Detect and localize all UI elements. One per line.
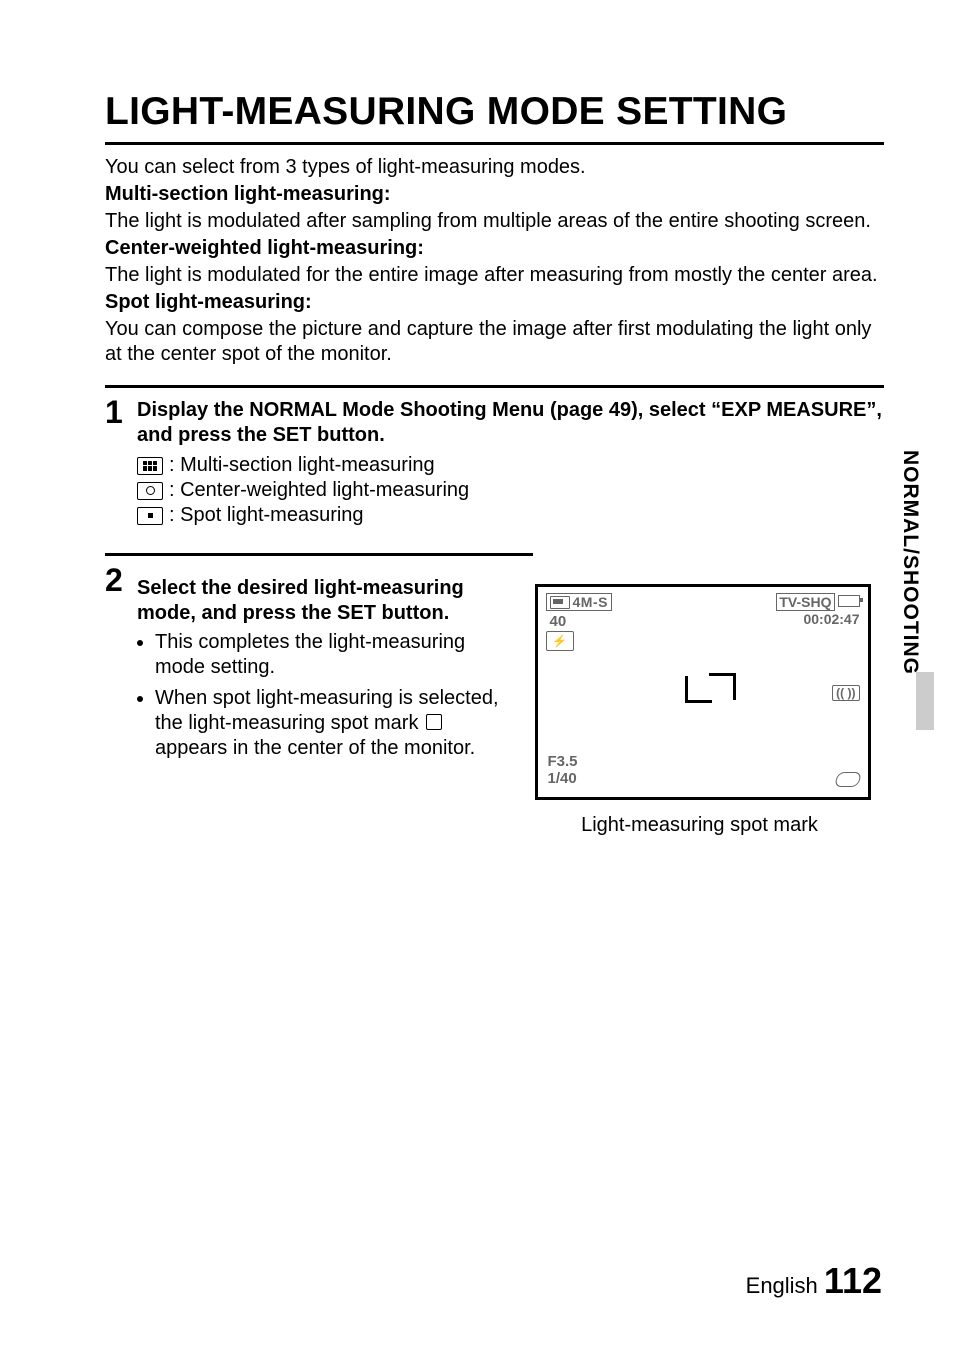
step-1-number: 1 [105, 396, 137, 428]
step-2: 2 Select the desired light-measuring mod… [105, 556, 884, 837]
multi-section-label: : Multi-section light-measuring [169, 454, 435, 477]
spot-heading: Spot light-measuring: [105, 290, 884, 315]
audio-icon: (( )) [832, 685, 859, 701]
intro-block: You can select from 3 types of light-mea… [105, 155, 884, 367]
page-title: LIGHT-MEASURING MODE SETTING [105, 90, 884, 145]
multi-heading: Multi-section light-measuring: [105, 182, 884, 207]
step-1-title: Display the NORMAL Mode Shooting Menu (p… [137, 398, 884, 448]
step-2-number: 2 [105, 564, 137, 596]
camera-lcd: 4M-S 40 ⚡ TV-SHQ 00:02:47 (( )) F3.5 1/4… [535, 584, 871, 800]
flash-icon: ⚡ [546, 631, 574, 651]
step-2-bullet-1: This completes the light-measuring mode … [155, 630, 511, 680]
step-1: 1 Display the NORMAL Mode Shooting Menu … [105, 388, 884, 529]
lcd-aperture: F3.5 [548, 753, 578, 770]
spot-label: : Spot light-measuring [169, 504, 364, 527]
center-weighted-label: : Center-weighted light-measuring [169, 479, 469, 502]
section-tab-marker [916, 672, 934, 730]
lcd-caption: Light-measuring spot mark [535, 814, 865, 837]
multi-text: The light is modulated after sampling fr… [105, 209, 884, 234]
footer-page-number: 112 [824, 1260, 882, 1301]
section-tab: NORMAL/SHOOTING [898, 450, 922, 675]
center-weighted-icon [137, 482, 163, 500]
lcd-remaining: 40 [550, 613, 567, 630]
intro-lead: You can select from 3 types of light-mea… [105, 155, 884, 180]
multi-section-icon [137, 457, 163, 475]
page-footer: English 112 [746, 1260, 882, 1302]
step-2-bullet-2: When spot light-measuring is selected, t… [155, 686, 511, 761]
lcd-time: 00:02:47 [776, 611, 859, 627]
center-text: The light is modulated for the entire im… [105, 263, 884, 288]
spot-icon [137, 507, 163, 525]
center-heading: Center-weighted light-measuring: [105, 236, 884, 261]
sd-icon [833, 772, 861, 787]
lcd-quality: TV-SHQ [776, 593, 834, 611]
footer-language: English [746, 1273, 818, 1298]
spot-text: You can compose the picture and capture … [105, 317, 884, 367]
step-2-title: Select the desired light-measuring mode,… [137, 576, 511, 626]
lcd-mode: 4M-S [573, 594, 608, 610]
battery-icon [838, 595, 860, 607]
spot-mark-inline-icon [426, 714, 442, 730]
spot-mark-icon [685, 676, 712, 703]
lcd-shutter: 1/40 [548, 770, 578, 787]
card-icon [550, 596, 570, 609]
